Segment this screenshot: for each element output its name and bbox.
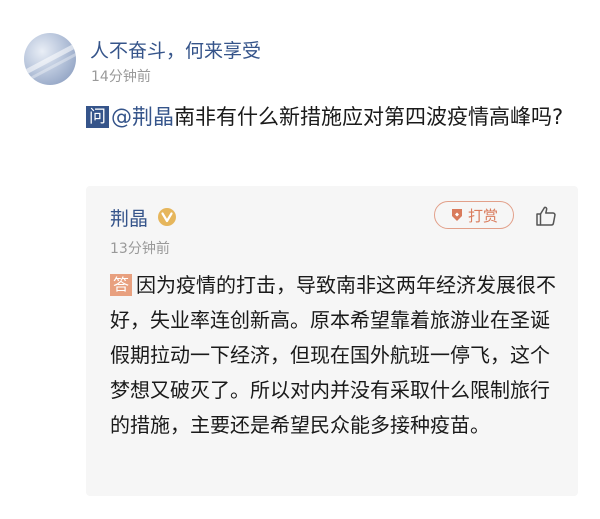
question-timestamp: 14分钟前 [91, 69, 151, 85]
answer-text: 因为疫情的打击，导致南非这两年经济发展很不好，失业率连创新高。原本希望靠着旅游业… [110, 273, 557, 437]
reward-icon [451, 209, 462, 221]
verified-badge-icon [158, 208, 176, 226]
answer-author-name[interactable]: 荆晶 [110, 204, 148, 231]
question-tag: 问 [86, 106, 109, 128]
question-text-block: 问 @荆晶南非有什么新措施应对第四波疫情高峰吗? [86, 100, 566, 134]
answer-timestamp: 13分钟前 [110, 241, 170, 257]
mention-link[interactable]: @荆晶 [111, 105, 174, 129]
thumbs-up-icon[interactable] [534, 204, 558, 228]
question-text: 南非有什么新措施应对第四波疫情高峰吗? [174, 105, 564, 129]
reward-button[interactable]: 打赏 [434, 201, 514, 229]
answer-tag: 答 [110, 274, 133, 296]
asker-name[interactable]: 人不奋斗，何来享受 [90, 36, 261, 63]
answer-card: 荆晶 打赏 13分钟前 答因为疫情的打击，导致南非这两年经济发展很不好，失业率连… [86, 186, 578, 496]
reward-label: 打赏 [467, 206, 498, 225]
answer-text-block: 答因为疫情的打击，导致南非这两年经济发展很不好，失业率连创新高。原本希望靠着旅游… [110, 268, 560, 443]
avatar[interactable] [24, 33, 76, 85]
